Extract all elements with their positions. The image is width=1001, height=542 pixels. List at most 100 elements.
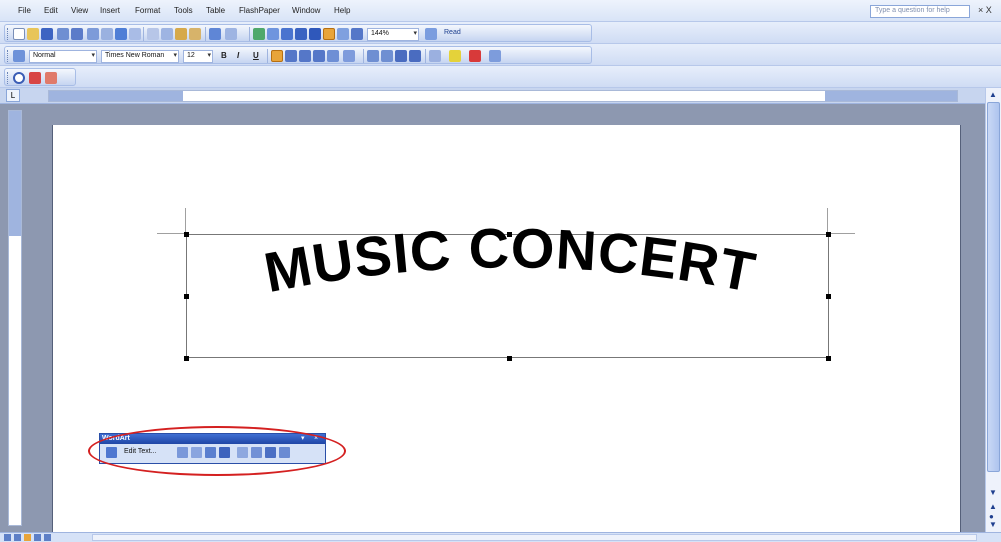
scroll-up-icon[interactable]: ▲ — [989, 90, 997, 99]
print-icon[interactable] — [87, 28, 99, 40]
italic-button[interactable]: I — [237, 51, 239, 60]
scrollbar-thumb[interactable] — [987, 102, 1000, 472]
menu-file[interactable]: File — [18, 6, 31, 15]
tables-borders-icon[interactable] — [267, 28, 279, 40]
drawing-icon[interactable] — [323, 28, 335, 40]
increase-indent-icon[interactable] — [409, 50, 421, 62]
align-center-icon[interactable] — [285, 50, 297, 62]
close-document-icon[interactable]: × X — [978, 5, 992, 15]
email-icon[interactable] — [71, 28, 83, 40]
distributed-icon[interactable] — [327, 50, 339, 62]
asian-layout-icon[interactable] — [489, 50, 501, 62]
numbering-icon[interactable] — [367, 50, 379, 62]
chevron-down-icon[interactable]: ▾ — [207, 51, 211, 59]
read-button[interactable]: Read — [441, 28, 464, 41]
insert-table-icon[interactable] — [281, 28, 293, 40]
convert-pdf-icon[interactable] — [29, 72, 41, 84]
cut-icon[interactable] — [147, 28, 159, 40]
styles-formatting-icon[interactable] — [13, 50, 25, 62]
left-margin-zone — [49, 91, 183, 101]
format-painter-icon[interactable] — [189, 28, 201, 40]
permission-icon[interactable] — [57, 28, 69, 40]
align-left-icon[interactable] — [271, 50, 283, 62]
scroll-down-icon[interactable]: ▼ — [989, 488, 997, 497]
highlight-ellipse — [88, 426, 346, 476]
formatting-toolbar-row: Normal ▾ Times New Roman ▾ 12 ▾ B I U — [0, 44, 1001, 66]
previous-page-icon[interactable]: ▲ — [989, 502, 997, 511]
help-search-input[interactable]: Type a question for help — [870, 5, 970, 18]
menu-format[interactable]: Format — [135, 6, 160, 15]
bold-button[interactable]: B — [221, 51, 227, 60]
wordart-graphic[interactable]: MUSIC CONCERT — [160, 215, 860, 345]
resize-handle[interactable] — [507, 356, 512, 361]
chevron-down-icon[interactable]: ▾ — [91, 51, 95, 59]
decrease-indent-icon[interactable] — [395, 50, 407, 62]
print-preview-icon[interactable] — [101, 28, 113, 40]
font-size-select[interactable]: 12 ▾ — [183, 50, 213, 63]
columns-icon[interactable] — [309, 28, 321, 40]
formatting-toolbar: Normal ▾ Times New Roman ▾ 12 ▾ B I U — [4, 46, 592, 64]
font-value: Times New Roman — [105, 52, 165, 59]
next-page-icon[interactable]: ▼ — [989, 520, 997, 529]
menu-help[interactable]: Help — [334, 6, 350, 15]
flashpaper-toolbar-row — [0, 66, 1001, 88]
font-select[interactable]: Times New Roman ▾ — [101, 50, 179, 63]
web-view-icon[interactable] — [14, 534, 21, 541]
menu-view[interactable]: View — [71, 6, 88, 15]
align-right-icon[interactable] — [299, 50, 311, 62]
read-label: Read — [444, 29, 461, 36]
chevron-down-icon[interactable]: ▾ — [173, 51, 177, 59]
menu-table[interactable]: Table — [206, 6, 225, 15]
show-hide-icon[interactable] — [351, 28, 363, 40]
normal-view-icon[interactable] — [4, 534, 11, 541]
menu-insert[interactable]: Insert — [100, 6, 120, 15]
hyperlink-icon[interactable] — [253, 28, 265, 40]
separator — [267, 49, 268, 63]
zoom-select[interactable]: 144% ▾ — [367, 28, 419, 41]
horizontal-scrollbar[interactable] — [92, 534, 977, 541]
menu-bar: File Edit View Insert Format Tools Table… — [0, 0, 1001, 22]
menu-tools[interactable]: Tools — [174, 6, 193, 15]
tab-selector[interactable]: L — [6, 89, 20, 102]
paste-icon[interactable] — [175, 28, 187, 40]
border-icon[interactable] — [429, 50, 441, 62]
resize-handle[interactable] — [826, 356, 831, 361]
email-pdf-icon[interactable] — [45, 72, 57, 84]
toolbar-grip[interactable] — [7, 28, 9, 40]
reading-view-icon[interactable] — [44, 534, 51, 541]
print-layout-icon[interactable] — [24, 534, 31, 541]
style-select[interactable]: Normal ▾ — [29, 50, 97, 63]
toolbar-grip[interactable] — [7, 50, 9, 62]
save-icon[interactable] — [41, 28, 53, 40]
line-spacing-icon[interactable] — [343, 50, 355, 62]
underline-button[interactable]: U — [253, 51, 259, 60]
vertical-scrollbar[interactable]: ▲ ▼ ▲ ● ▼ — [985, 88, 1001, 532]
resize-handle[interactable] — [184, 356, 189, 361]
menu-flashpaper[interactable]: FlashPaper — [239, 6, 280, 15]
outline-view-icon[interactable] — [34, 534, 41, 541]
spelling-icon[interactable] — [115, 28, 127, 40]
justify-icon[interactable] — [313, 50, 325, 62]
separator — [425, 49, 426, 63]
new-document-icon[interactable] — [13, 28, 25, 40]
redo-icon[interactable] — [225, 28, 237, 40]
horizontal-ruler[interactable] — [48, 90, 958, 102]
toolbar-grip[interactable] — [7, 72, 9, 84]
help-icon[interactable] — [425, 28, 437, 40]
bullets-icon[interactable] — [381, 50, 393, 62]
menu-window[interactable]: Window — [292, 6, 320, 15]
chevron-down-icon[interactable]: ▾ — [413, 29, 417, 37]
copy-icon[interactable] — [161, 28, 173, 40]
menu-edit[interactable]: Edit — [44, 6, 58, 15]
flashpaper-icon[interactable] — [13, 72, 25, 84]
separator — [143, 27, 144, 41]
open-folder-icon[interactable] — [27, 28, 39, 40]
vertical-ruler[interactable] — [8, 110, 22, 526]
undo-icon[interactable] — [209, 28, 221, 40]
highlight-icon[interactable] — [449, 50, 461, 62]
insert-excel-icon[interactable] — [295, 28, 307, 40]
document-map-icon[interactable] — [337, 28, 349, 40]
research-icon[interactable] — [129, 28, 141, 40]
font-color-icon[interactable] — [469, 50, 481, 62]
zoom-value: 144% — [371, 30, 389, 37]
